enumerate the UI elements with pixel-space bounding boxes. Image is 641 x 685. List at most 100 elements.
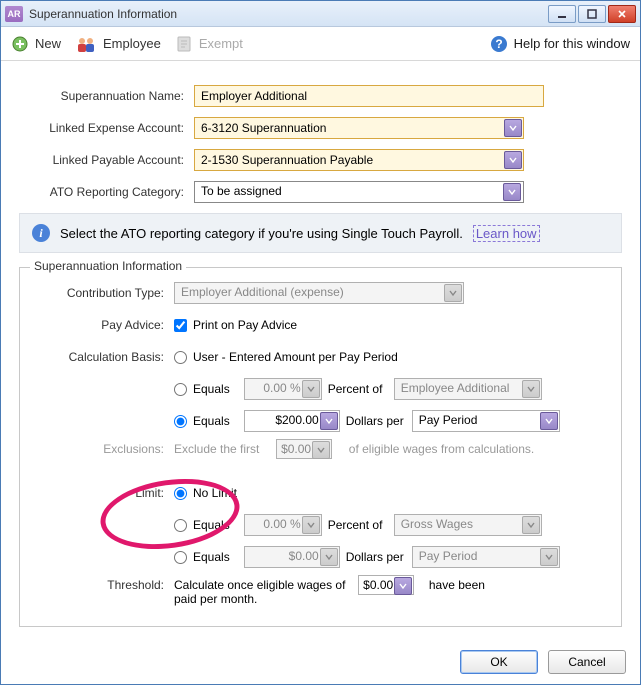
help-label: Help for this window (514, 36, 630, 51)
new-label: New (35, 36, 61, 51)
help-button[interactable]: ? Help for this window (490, 35, 630, 53)
exclude-suffix: of eligible wages from calculations. (349, 442, 534, 456)
threshold-text-3: paid per month. (174, 592, 257, 606)
print-checkbox[interactable] (174, 319, 187, 332)
ok-button[interactable]: OK (460, 650, 538, 674)
calc-equals-amt-radio[interactable]: Equals (174, 414, 230, 428)
chevron-down-icon[interactable] (503, 183, 521, 201)
superannuation-name-input[interactable] (194, 85, 544, 107)
limit-dollars-per-select: Pay Period (412, 546, 560, 568)
no-limit-label: No Limit (193, 486, 237, 500)
chevron-down-icon[interactable] (540, 412, 558, 430)
equals-lbl-1: Equals (193, 382, 230, 396)
name-label: Superannuation Name: (19, 89, 194, 103)
contribution-type-select: Employer Additional (expense) (174, 282, 464, 304)
radio-user[interactable] (174, 351, 187, 364)
exclude-amount-input: $0.00 (276, 439, 332, 459)
help-icon: ? (490, 35, 508, 53)
close-button[interactable] (608, 5, 636, 23)
exempt-icon (175, 35, 193, 53)
plus-icon (11, 35, 29, 53)
chevron-down-icon (522, 516, 540, 534)
threshold-label: Threshold: (34, 578, 174, 592)
learn-how-link[interactable]: Learn how (473, 225, 540, 242)
people-icon (75, 35, 97, 53)
limit-percent-input: 0.00 % (244, 514, 322, 536)
percent-of-select: Employee Additional (394, 378, 542, 400)
radio-equals-pct[interactable] (174, 383, 187, 396)
equals-lbl-4: Equals (193, 550, 230, 564)
chevron-down-icon[interactable] (394, 577, 412, 595)
super-info-group: Superannuation Information Contribution … (19, 267, 622, 627)
threshold-text-1: Calculate once eligible wages of (174, 578, 345, 592)
ato-category-select[interactable]: To be assigned (194, 181, 524, 203)
chevron-down-icon (312, 441, 330, 459)
calc-user-radio[interactable]: User - Entered Amount per Pay Period (174, 350, 398, 364)
window-title: Superannuation Information (29, 7, 548, 21)
employee-button[interactable]: Employee (75, 35, 161, 53)
banner-text: Select the ATO reporting category if you… (60, 226, 463, 241)
radio-limit-pct[interactable] (174, 519, 187, 532)
chevron-down-icon[interactable] (504, 119, 522, 137)
limit-amount-input: $0.00 (244, 546, 340, 568)
exclusions-label: Exclusions: (34, 442, 174, 456)
toolbar: New Employee Exempt ? Help for this wind… (1, 27, 640, 61)
chevron-down-icon (540, 548, 558, 566)
linked-expense-label: Linked Expense Account: (19, 121, 194, 135)
linked-payable-label: Linked Payable Account: (19, 153, 194, 167)
limit-equals-amt-radio[interactable]: Equals (174, 550, 230, 564)
exempt-button[interactable]: Exempt (175, 35, 243, 53)
print-check-label: Print on Pay Advice (193, 318, 297, 332)
chevron-down-icon[interactable] (320, 412, 338, 430)
minimize-button[interactable] (548, 5, 576, 23)
equals-lbl-2: Equals (193, 414, 230, 428)
percent-input: 0.00 % (244, 378, 322, 400)
limit-label: Limit: (34, 486, 174, 500)
chevron-down-icon (522, 380, 540, 398)
calc-basis-label: Calculation Basis: (34, 350, 174, 364)
contribution-type-label: Contribution Type: (34, 286, 174, 300)
dollars-per-select[interactable]: Pay Period (412, 410, 560, 432)
amount-input[interactable]: $200.00 (244, 410, 340, 432)
limit-equals-pct-radio[interactable]: Equals (174, 518, 230, 532)
employee-label: Employee (103, 36, 161, 51)
cancel-button[interactable]: Cancel (548, 650, 626, 674)
radio-limit-amt[interactable] (174, 551, 187, 564)
chevron-down-icon (320, 548, 338, 566)
chevron-down-icon (444, 284, 462, 302)
linked-expense-input[interactable] (194, 117, 524, 139)
ato-value: To be assigned (201, 184, 282, 198)
chevron-down-icon (302, 516, 320, 534)
radio-no-limit[interactable] (174, 487, 187, 500)
chevron-down-icon (302, 380, 320, 398)
chevron-down-icon[interactable] (504, 151, 522, 169)
pay-advice-label: Pay Advice: (34, 318, 174, 332)
calc-user-label: User - Entered Amount per Pay Period (193, 350, 398, 364)
group-legend: Superannuation Information (30, 259, 186, 273)
app-icon: AR (5, 6, 23, 22)
threshold-amount-input[interactable]: $0.00 (358, 575, 414, 595)
new-button[interactable]: New (11, 35, 61, 53)
titlebar: AR Superannuation Information (1, 1, 640, 27)
limit-percent-of-select: Gross Wages (394, 514, 542, 536)
maximize-button[interactable] (578, 5, 606, 23)
contribution-type-value: Employer Additional (expense) (181, 285, 344, 299)
dollars-per-label: Dollars per (340, 414, 412, 428)
calc-equals-pct-radio[interactable]: Equals (174, 382, 230, 396)
exempt-label: Exempt (199, 36, 243, 51)
limit-dollars-per-label: Dollars per (340, 550, 412, 564)
limit-percent-of-label: Percent of (322, 518, 394, 532)
no-limit-radio[interactable]: No Limit (174, 486, 237, 500)
ato-label: ATO Reporting Category: (19, 185, 194, 199)
threshold-text-2: have been (429, 578, 485, 592)
radio-equals-amt[interactable] (174, 415, 187, 428)
exclude-first-text: Exclude the first (174, 442, 259, 456)
footer: OK Cancel (460, 650, 626, 674)
linked-payable-input[interactable] (194, 149, 524, 171)
info-icon: i (32, 224, 50, 242)
percent-of-label: Percent of (322, 382, 394, 396)
info-banner: i Select the ATO reporting category if y… (19, 213, 622, 253)
svg-text:?: ? (495, 37, 502, 51)
equals-lbl-3: Equals (193, 518, 230, 532)
print-on-pay-advice-checkbox[interactable]: Print on Pay Advice (174, 318, 297, 332)
